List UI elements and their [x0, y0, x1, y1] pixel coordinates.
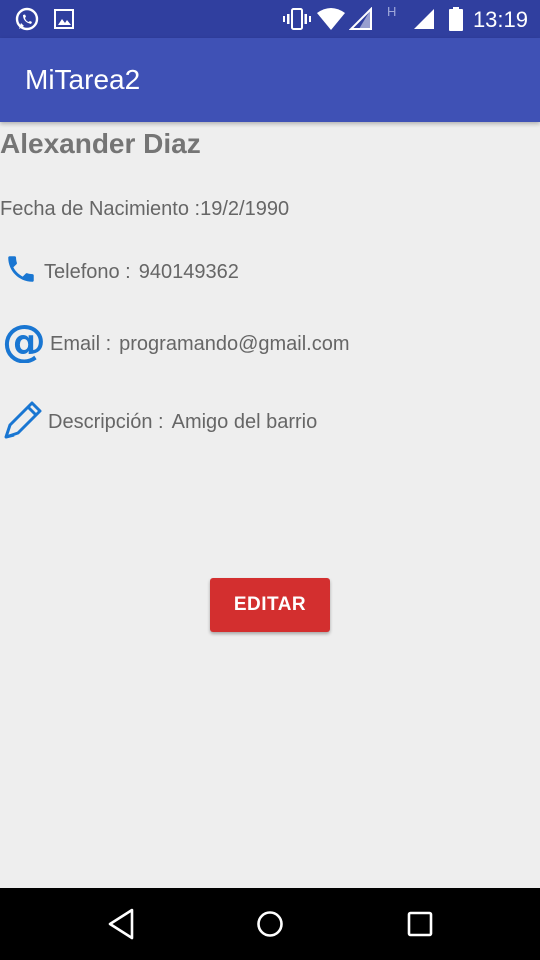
phone-label: Telefono :: [44, 260, 131, 283]
app-title: MiTarea2: [25, 64, 141, 95]
email-label: Email :: [50, 332, 112, 355]
description-label: Descripción :: [48, 410, 164, 433]
description-value: Amigo del barrio: [171, 410, 318, 433]
contact-name: Alexander Diaz: [0, 128, 201, 159]
network-type-label: H: [387, 4, 397, 19]
birth-date-label: Fecha de Nacimiento :: [0, 198, 201, 220]
app-bar: MiTarea2: [0, 38, 540, 122]
edit-button[interactable]: EDITAR: [210, 578, 330, 632]
back-icon[interactable]: [106, 906, 136, 947]
navigation-bar: [0, 888, 540, 960]
birth-date-row: Fecha de Nacimiento :19/2/1990: [0, 198, 289, 221]
image-icon: [53, 7, 75, 36]
phone-value: 940149362: [138, 260, 239, 283]
status-bar: H 13:19: [0, 0, 540, 38]
email-row: @ Email : programando@gmail.com: [2, 316, 350, 369]
screen: H 13:19 MiTarea2 Alexander Diaz Fecha de…: [0, 0, 540, 960]
phone-icon: [4, 252, 38, 292]
vibrate-icon: [283, 7, 311, 36]
email-value: programando@gmail.com: [119, 332, 350, 355]
phone-row: Telefono : 940149362: [4, 250, 239, 294]
svg-text:@: @: [4, 319, 44, 363]
at-sign-icon: @: [2, 316, 46, 369]
description-row: Descripción : Amigo del barrio: [2, 400, 317, 444]
home-icon[interactable]: [255, 906, 285, 947]
signal-icon: [412, 7, 436, 36]
signal-icon: [348, 6, 373, 36]
battery-icon: [449, 7, 463, 36]
birth-date-value: 19/2/1990: [200, 198, 290, 220]
recents-icon[interactable]: [405, 906, 435, 947]
status-time: 13:19: [472, 7, 528, 32]
pencil-icon: [2, 397, 44, 447]
whatsapp-icon: [14, 7, 40, 38]
wifi-icon: [316, 7, 346, 36]
